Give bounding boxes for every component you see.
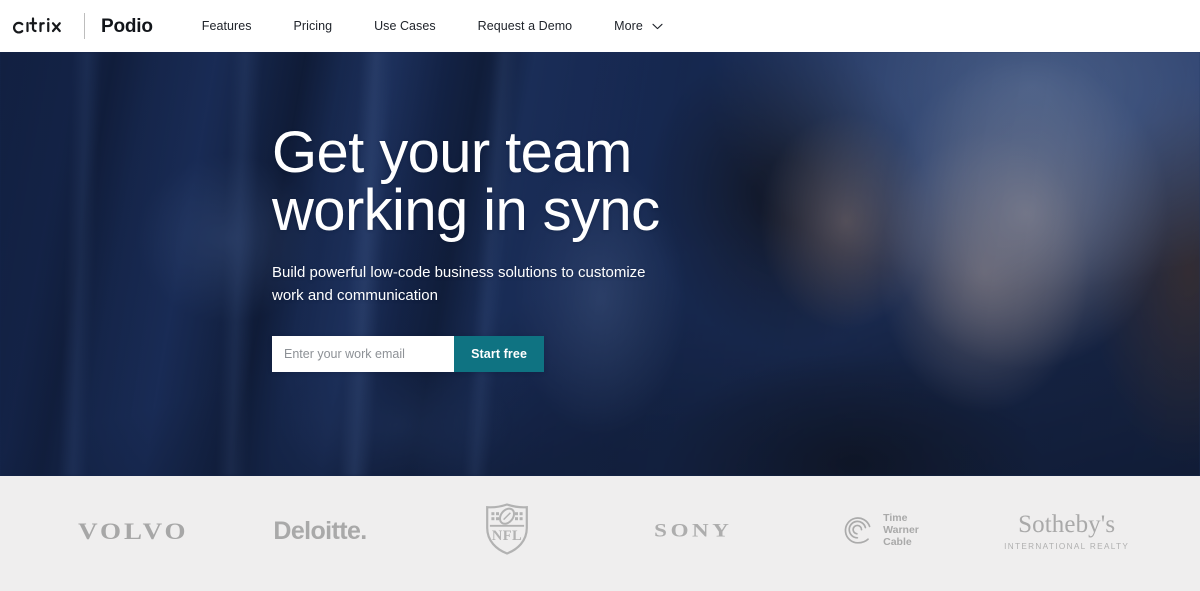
sothebys-wordmark: Sotheby's bbox=[1018, 510, 1116, 538]
brand-lockup[interactable]: Podio bbox=[12, 0, 153, 52]
nav-item-request-a-demo[interactable]: Request a Demo bbox=[457, 13, 594, 39]
sothebys-lockup: Sotheby's INTERNATIONAL REALTY bbox=[1004, 512, 1129, 551]
sony-wordmark: SONY bbox=[654, 520, 733, 541]
deloitte-wordmark: Deloitte. bbox=[273, 516, 367, 545]
main-nav: Features Pricing Use Cases Request a Dem… bbox=[181, 13, 684, 39]
page-title: Get your team working in sync bbox=[272, 124, 832, 240]
logo-nfl: NFL bbox=[413, 502, 600, 560]
logo-time-warner-cable: Time Warner Cable bbox=[787, 503, 974, 559]
time-warner-cable-eye-icon bbox=[841, 513, 877, 550]
nav-item-pricing[interactable]: Pricing bbox=[273, 13, 354, 39]
hero-title-line-2: working in sync bbox=[272, 178, 660, 243]
twc-wordmark: Time Warner Cable bbox=[883, 512, 919, 548]
logo-volvo: VOLVO bbox=[40, 503, 227, 559]
nav-label: Use Cases bbox=[374, 19, 436, 33]
customer-logo-bar: VOLVO Deloitte. NFL SONY Time Warner Cab… bbox=[0, 476, 1200, 586]
nfl-wordmark: NFL bbox=[492, 528, 522, 544]
twc-line-2: Warner bbox=[883, 524, 919, 537]
podio-wordmark: Podio bbox=[101, 15, 153, 37]
logo-deloitte: Deloitte. bbox=[227, 503, 414, 559]
nav-item-more[interactable]: More bbox=[593, 13, 684, 39]
hero-title-line-1: Get your team bbox=[272, 120, 632, 185]
nfl-shield-icon: NFL bbox=[485, 502, 529, 560]
chevron-down-icon bbox=[652, 23, 663, 30]
nav-item-features[interactable]: Features bbox=[181, 13, 273, 39]
email-field[interactable] bbox=[272, 335, 455, 372]
hero-subtitle: Build powerful low-code business solutio… bbox=[272, 264, 646, 304]
sothebys-tagline: INTERNATIONAL REALTY bbox=[1004, 541, 1130, 551]
twc-line-3: Cable bbox=[883, 535, 912, 548]
nav-label: Features bbox=[201, 19, 252, 33]
volvo-wordmark: VOLVO bbox=[78, 517, 189, 544]
brand-divider bbox=[84, 13, 85, 39]
start-free-button[interactable]: Start free bbox=[454, 335, 544, 372]
logo-sothebys: Sotheby's INTERNATIONAL REALTY bbox=[973, 503, 1160, 559]
twc-line-1: Time bbox=[883, 512, 908, 525]
page-bottom-strip bbox=[0, 586, 1200, 591]
twc-lockup: Time Warner Cable bbox=[841, 512, 919, 550]
nav-item-use-cases[interactable]: Use Cases bbox=[353, 13, 457, 39]
hero-content: Get your team working in sync Build powe… bbox=[272, 52, 832, 372]
nav-label: Pricing bbox=[293, 19, 333, 33]
hero-section: Get your team working in sync Build powe… bbox=[0, 52, 1200, 476]
citrix-logo-icon bbox=[12, 14, 74, 38]
logo-sony: SONY bbox=[600, 503, 787, 559]
page-root: Podio Features Pricing Use Cases Request… bbox=[0, 0, 1200, 591]
site-header: Podio Features Pricing Use Cases Request… bbox=[0, 0, 1200, 52]
nav-label: Request a Demo bbox=[477, 19, 573, 33]
nav-label: More bbox=[614, 19, 643, 33]
signup-form: Start free bbox=[272, 335, 544, 372]
